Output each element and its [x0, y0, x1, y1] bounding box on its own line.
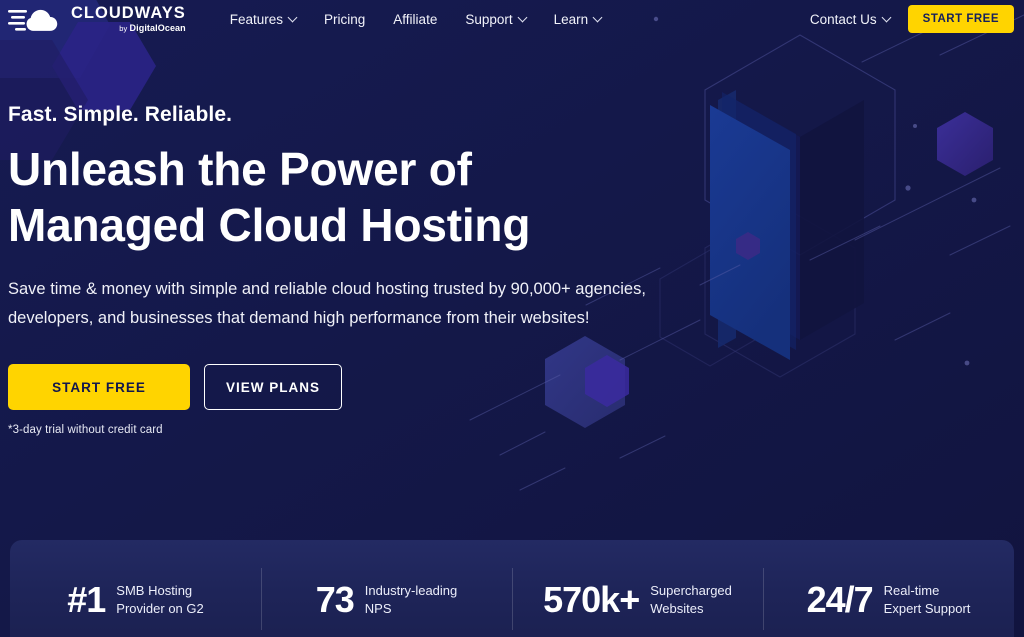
hero-cta-row: START FREE VIEW PLANS [8, 364, 708, 411]
chevron-down-icon [517, 12, 528, 22]
chevron-down-icon [592, 12, 603, 22]
brand-name: CLOUDWAYS [71, 4, 186, 23]
stat-label: Supercharged Websites [650, 583, 732, 616]
iso-cube-shadow [736, 100, 864, 340]
stat-item-nps: 73 Industry-leading NPS [261, 540, 512, 630]
brand-by-text: by [119, 23, 130, 33]
hexagon-solid-right [937, 112, 993, 176]
nav-start-free-button[interactable]: START FREE [907, 5, 1014, 33]
nav-item-pricing[interactable]: Pricing [324, 12, 365, 27]
stat-value: 73 [315, 579, 355, 620]
nav-item-affiliate-label: Affiliate [393, 11, 438, 27]
nav-item-features[interactable]: Features [229, 11, 298, 27]
nav-item-learn-label: Learn [553, 11, 589, 27]
stat-value: #1 [67, 579, 106, 620]
stat-item-support: 24/7 Real-time Expert Support [763, 540, 1014, 630]
hexagon-solid-tiny [736, 232, 760, 260]
hero-headline-line-1: Unleash the Power of [8, 143, 472, 195]
nav-item-support[interactable]: Support [465, 11, 528, 27]
hero-headline: Unleash the Power of Managed Cloud Hosti… [8, 142, 708, 253]
nav-item-learn[interactable]: Learn [553, 11, 603, 27]
stat-label: SMB Hosting Provider on G2 [116, 583, 204, 616]
nav-item-affiliate[interactable]: Affiliate [393, 12, 437, 27]
nav-item-pricing-label: Pricing [324, 11, 366, 27]
stat-label: Real-time Expert Support [883, 583, 971, 616]
nav-right-group: Contact Us START FREE [810, 5, 1014, 33]
hero-blue-panel [710, 90, 796, 360]
stat-value: 570k+ [543, 579, 640, 620]
stat-label: Industry-leading NPS [364, 583, 458, 616]
stat-value: 24/7 [806, 579, 874, 620]
stat-item-websites: 570k+ Supercharged Websites [512, 540, 763, 630]
hero-subcopy: Save time & money with simple and reliab… [8, 280, 646, 327]
chevron-down-icon [287, 12, 298, 22]
top-navigation-bar: CLOUDWAYS by DigitalOcean Features Prici… [0, 0, 1024, 38]
hero-start-free-button[interactable]: START FREE [8, 364, 190, 411]
brand-logo[interactable]: CLOUDWAYS by DigitalOcean [8, 4, 186, 34]
cloudways-cloud-icon [8, 9, 58, 31]
nav-item-contact-us-label: Contact Us [809, 11, 877, 27]
nav-item-contact-us[interactable]: Contact Us [809, 11, 892, 27]
hero-trial-note: *3-day trial without credit card [8, 424, 163, 437]
hero-view-plans-button[interactable]: VIEW PLANS [204, 364, 342, 411]
nav-links: Features Pricing Affiliate Support Learn [229, 11, 603, 27]
hero-section: Fast. Simple. Reliable. Unleash the Powe… [8, 103, 708, 436]
nav-item-support-label: Support [465, 11, 513, 27]
nav-item-features-label: Features [229, 11, 284, 27]
chevron-down-icon [881, 12, 892, 22]
brand-parent-name: DigitalOcean [129, 22, 186, 33]
stat-item-smb-hosting: #1 SMB Hosting Provider on G2 [10, 540, 261, 618]
hero-eyebrow: Fast. Simple. Reliable. [8, 103, 233, 126]
stats-bar: #1 SMB Hosting Provider on G2 73 Industr… [10, 540, 1014, 637]
hero-headline-line-2: Managed Cloud Hosting [8, 198, 531, 251]
brand-parent: by DigitalOcean [71, 22, 186, 33]
